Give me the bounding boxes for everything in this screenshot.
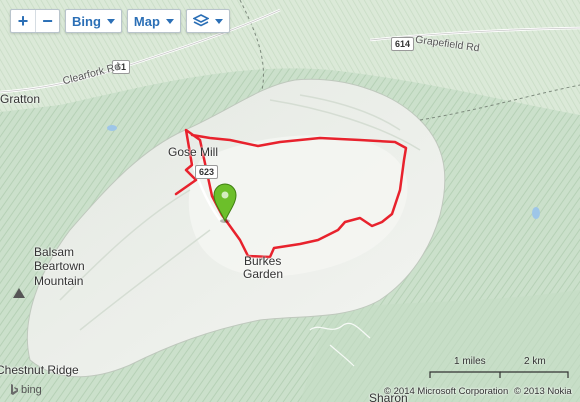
map-style-group: Map [126,9,181,33]
copyright-microsoft: © 2014 Microsoft Corporation [384,386,508,397]
chevron-down-icon [106,18,115,24]
bing-b-icon [11,384,18,395]
place-label-mountain: Mountain [34,274,84,288]
imagery-source-dropdown[interactable]: Bing [66,10,121,32]
place-label-chestnut-ridge: Chestnut Ridge [0,363,79,377]
copyright-nokia-text: © 2013 Nokia [514,386,572,397]
layers-icon [192,14,209,27]
bing-logo[interactable]: bing [10,384,42,396]
place-label-balsam: Balsam [34,245,75,259]
imagery-source-group: Bing [65,9,122,33]
layers-group [185,9,230,33]
copyright-microsoft-text: © 2014 Microsoft Corporation [384,386,509,397]
map-toolbar: + − Bing Map [10,9,230,33]
copyright-nokia: © 2013 Nokia [514,386,572,397]
town-label-burkes: Burkes [244,254,282,268]
scale-label-km: 2 km [524,356,546,367]
town-label-gratton: Gratton [0,92,41,106]
zoom-out-button[interactable]: − [35,10,59,32]
route-shield-623: 623 [195,165,219,179]
layers-dropdown[interactable] [187,10,229,32]
scale-label-miles: 1 miles [454,356,486,367]
chevron-down-icon [165,18,174,24]
town-label-gose-mill: Gose Mill [168,145,219,159]
zoom-in-button[interactable]: + [11,10,35,32]
terrain-layer [0,0,580,402]
scale-bar: 1 miles 2 km [428,356,568,378]
map-canvas[interactable]: + − Bing Map 61 614 623 Clearfork Rd Gra… [0,0,580,402]
zoom-control: + − [10,9,60,33]
route-shield-614: 614 [391,37,415,51]
chevron-down-icon [214,18,223,24]
map-style-dropdown[interactable]: Map [128,10,180,32]
place-label-beartown: Beartown [34,259,85,273]
bing-logo-text: bing [21,384,42,396]
imagery-source-label: Bing [72,13,101,29]
town-label-garden: Garden [243,267,284,281]
map-style-label: Map [133,13,160,29]
